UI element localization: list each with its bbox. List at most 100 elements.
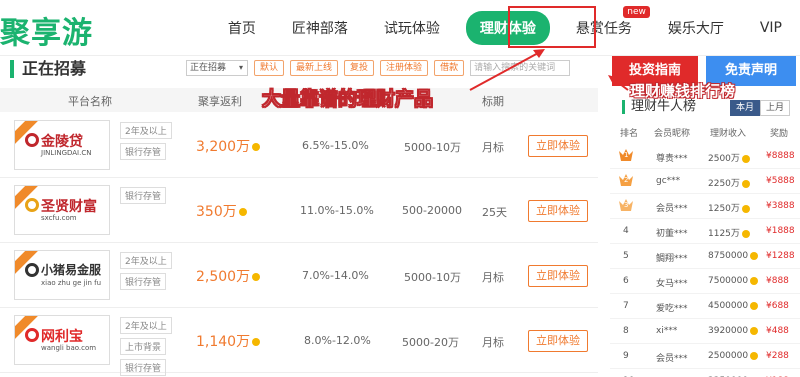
brand-emblem-icon [25,198,39,212]
rebate-value: 1,140万 [196,331,261,351]
rank-row: 7 爱吃*** 4500000 ¥688 [610,294,800,319]
coin-icon [750,276,759,285]
try-now-button[interactable]: 立即体验 [528,330,588,352]
col-term: 标期 [482,95,504,108]
nav-entertainment[interactable]: 娱乐大厅 [650,18,742,38]
coin-icon [750,301,759,310]
filter-default[interactable]: 默认 [254,60,285,76]
badge: 银行存管 [120,359,167,376]
platform-logo[interactable]: 网利宝 wangli bao.com [14,315,110,365]
tab-last-month[interactable]: 上月 [760,100,790,116]
brand-sub: sxcfu.com [41,214,77,222]
nav-vip[interactable]: VIP [742,20,800,36]
rank-income: 1125万 [708,226,750,239]
rebate-text: 350万 [196,204,237,220]
coin-icon [252,273,261,281]
rank-row: 5 鲷翔*** 8750000 ¥1288 [610,244,800,269]
nav-tribe[interactable]: 匠神部落 [274,18,366,38]
amount: 5000-10万 [404,271,461,284]
try-now-button[interactable]: 立即体验 [528,200,588,222]
rank-reward: ¥1888 [766,226,795,236]
top-header: 聚享游 首页 匠神部落 试玩体验 理财体验 悬赏任务 new 娱乐大厅 VIP [0,0,800,56]
rank-income-text: 1250万 [708,204,740,214]
rate: 8.0%-12.0% [304,334,371,347]
coin-icon [741,154,750,163]
term: 月标 [482,336,504,349]
rate: 6.5%-15.0% [302,139,369,152]
platform-logo[interactable]: 金陵贷 JINLINGDAI.CN [14,120,110,170]
nav-home[interactable]: 首页 [210,18,274,38]
rank-sidebar: 投资指南 免责声明 理财牛人榜 本月 上月 排名 会员昵称 理财收入 奖励 1尊… [610,56,800,377]
rebate-value: 2,500万 [196,266,261,286]
status-select[interactable]: 正在招募 ▾ [186,60,248,76]
rank-nickname: 鲷翔*** [656,254,688,264]
rebate-text: 2,500万 [196,269,251,285]
rank-income: 2500000 [708,351,759,361]
coin-icon [741,179,750,188]
brand-name: 圣贤财富 [41,199,97,215]
badge: 2年及以上 [120,252,172,269]
section-title: 正在招募 [10,60,86,78]
rank-income-text: 2500万 [708,154,740,164]
search-input[interactable]: 请输入搜索的关键词 [470,60,571,76]
col-rank: 排名 [620,129,639,139]
brand-sub: wangli bao.com [41,344,97,352]
rank-income-text: 7500000 [708,276,749,286]
filter-register[interactable]: 注册体验 [380,60,429,76]
rank-row: 8 xi*** 3920000 ¥488 [610,319,800,344]
rate: 7.0%-14.0% [302,269,369,282]
site-logo[interactable]: 聚享游 [0,8,93,52]
rebate-text: 1,140万 [196,334,251,350]
rank-row: 3 会员*** 1250万 ¥3888 [610,194,800,219]
rank-number: 7 [623,301,629,311]
badge: 银行存管 [120,273,167,290]
filter-loan[interactable]: 借款 [434,60,465,76]
brand-name: 金陵贷 [41,134,83,150]
rank-row: 9 会员*** 2500000 ¥288 [610,344,800,369]
rank-header: 排名 会员昵称 理财收入 奖励 [610,126,800,142]
rank-reward: ¥888 [766,276,789,286]
table-row: 小猪易金服 xiao zhu ge jin fu 2年及以上 银行存管 2,50… [0,244,598,308]
tab-this-month[interactable]: 本月 [730,100,760,116]
rank-number: 3 [624,201,629,209]
term: 25天 [482,206,507,219]
filter-reinvest[interactable]: 复投 [344,60,375,76]
rank-row: 1 尊贵*** 2500万 ¥8888 [610,144,800,169]
rank-number: 5 [623,251,629,261]
rank-income-text: 2500000 [708,351,749,361]
rank-reward: ¥8888 [766,151,795,161]
badge: 2年及以上 [120,317,172,334]
rank-nickname: 初董*** [656,229,688,239]
coin-icon [741,229,750,238]
filter-newest[interactable]: 最新上线 [290,60,339,76]
try-now-button[interactable]: 立即体验 [528,135,588,157]
brand-sub: JINLINGDAI.CN [41,149,92,157]
platform-logo[interactable]: 圣贤财富 sxcfu.com [14,185,110,235]
brand-name: 小猪易金服 [41,263,102,277]
rank-reward: ¥1288 [766,251,795,261]
table-row: 圣贤财富 sxcfu.com 银行存管 350万 11.0%-15.0% 500… [0,179,598,243]
annotation-ranking: 理财赚钱排行榜 [630,82,736,100]
try-now-button[interactable]: 立即体验 [528,265,588,287]
rebate-value: 3,200万 [196,136,261,156]
badge: 2年及以上 [120,122,172,139]
coin-icon [750,251,759,260]
chevron-down-icon: ▾ [238,63,243,72]
rebate-text: 3,200万 [196,139,251,155]
rank-number: 4 [623,226,629,236]
amount: 5000-10万 [404,141,461,154]
table-row: 网利宝 wangli bao.com 2年及以上 上市背景 银行存管 1,140… [0,309,598,376]
rank-title: 理财牛人榜 [622,100,696,114]
platform-logo[interactable]: 小猪易金服 xiao zhu ge jin fu [14,250,110,300]
annotation-products: 大量靠谱的理财产品 [262,88,434,111]
badge-list: 2年及以上 银行存管 [120,252,172,290]
rank-income-text: 2250万 [708,179,740,189]
rank-income: 4500000 [708,301,759,311]
coin-icon [750,326,759,335]
rank-nickname: gc*** [656,176,681,186]
rate: 11.0%-15.0% [300,204,374,217]
nav-trial[interactable]: 试玩体验 [366,18,458,38]
main-nav: 首页 匠神部落 试玩体验 理财体验 悬赏任务 new 娱乐大厅 VIP [210,0,800,56]
rank-income: 1250万 [708,201,750,214]
rank-reward: ¥3888 [766,201,795,211]
